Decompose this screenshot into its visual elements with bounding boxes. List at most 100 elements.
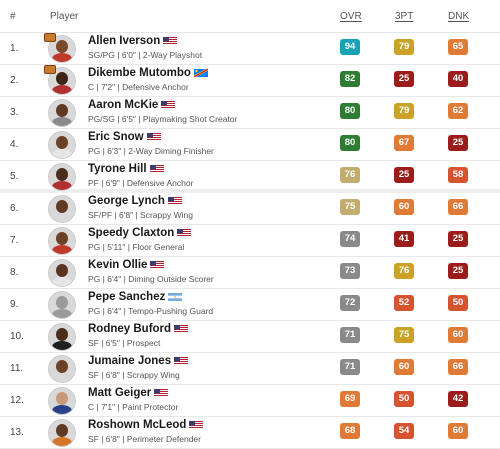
us-flag-icon: [189, 420, 204, 429]
player-name[interactable]: Rodney Buford: [88, 323, 171, 335]
player-name[interactable]: Tyrone Hill: [88, 163, 147, 175]
table-row[interactable]: 4. Eric Snow PG | 6'3" | 2-Way Diming Fini…: [0, 129, 500, 161]
us-flag-icon: [174, 324, 189, 333]
player-name[interactable]: Dikembe Mutombo: [88, 67, 191, 79]
dunk-header[interactable]: DNK: [448, 11, 469, 22]
player-name-cell[interactable]: George Lynch: [88, 195, 182, 207]
player-name[interactable]: Aaron McKie: [88, 99, 158, 111]
table-row[interactable]: 7. Speedy Claxton PG | 5'11" | Floor Gener…: [0, 225, 500, 257]
player-avatar[interactable]: [48, 323, 76, 351]
player-avatar[interactable]: [48, 419, 76, 447]
us-flag-icon: [174, 356, 189, 365]
us-flag-icon: [150, 260, 165, 269]
player-info: PG/SG | 6'5" | Playmaking Shot Creator: [88, 114, 238, 124]
player-info: SF/PF | 6'8" | Scrappy Wing: [88, 210, 193, 220]
player-header[interactable]: Player: [50, 11, 78, 22]
player-name-cell[interactable]: Matt Geiger: [88, 387, 169, 399]
player-name-cell[interactable]: Speedy Claxton: [88, 227, 192, 239]
player-info: C | 7'2" | Defensive Anchor: [88, 82, 189, 92]
three-pt-badge: 75: [394, 327, 414, 343]
player-info: SF | 6'8" | Perimeter Defender: [88, 434, 201, 444]
table-row[interactable]: 1. Allen Iverson SG/PG | 6'0" | 2-Way Play…: [0, 33, 500, 65]
table-row[interactable]: 11. Jumaine Jones SF | 6'8" | Scrappy Wing…: [0, 353, 500, 385]
player-info: PG | 6'4" | Tempo-Pushing Guard: [88, 306, 214, 316]
player-rank: 2.: [10, 75, 19, 86]
player-name-cell[interactable]: Jumaine Jones: [88, 355, 189, 367]
team-logo-icon: [44, 65, 56, 74]
player-rank: 3.: [10, 107, 19, 118]
player-name[interactable]: Pepe Sanchez: [88, 291, 165, 303]
ovr-badge: 71: [340, 359, 360, 375]
cd-flag-icon: [193, 68, 208, 77]
player-rank: 9.: [10, 299, 19, 310]
table-row[interactable]: 13. Roshown McLeod SF | 6'8" | Perimeter D…: [0, 417, 500, 449]
table-row[interactable]: 3. Aaron McKie PG/SG | 6'5" | Playmaking S…: [0, 97, 500, 129]
player-avatar[interactable]: [48, 355, 76, 383]
table-row[interactable]: 8. Kevin Ollie PG | 6'4" | Diming Outside …: [0, 257, 500, 289]
team-logo-icon: [44, 33, 56, 42]
player-rank: 10.: [10, 331, 24, 342]
table-row[interactable]: 9. Pepe Sanchez PG | 6'4" | Tempo-Pushing …: [0, 289, 500, 321]
three-pt-badge: 52: [394, 295, 414, 311]
player-name-cell[interactable]: Allen Iverson: [88, 35, 178, 47]
player-name[interactable]: Roshown McLeod: [88, 419, 186, 431]
player-name[interactable]: George Lynch: [88, 195, 165, 207]
player-name-cell[interactable]: Eric Snow: [88, 131, 161, 143]
ovr-badge: 71: [340, 327, 360, 343]
table-row[interactable]: 12. Matt Geiger C | 7'1" | Paint Protector…: [0, 385, 500, 417]
player-rank: 6.: [10, 203, 19, 214]
ovr-badge: 80: [340, 135, 360, 151]
ovr-badge: 75: [340, 199, 360, 215]
three-pt-badge: 41: [394, 231, 414, 247]
table-row[interactable]: 5. Tyrone Hill PF | 6'9" | Defensive Ancho…: [0, 161, 500, 193]
roster-table: # Player OVR 3PT DNK 1. Allen Iverson SG/P…: [0, 0, 500, 449]
player-rank: 13.: [10, 427, 24, 438]
three-pt-badge: 50: [394, 391, 414, 407]
player-name[interactable]: Matt Geiger: [88, 387, 151, 399]
dunk-badge: 60: [448, 327, 468, 343]
player-name[interactable]: Jumaine Jones: [88, 355, 171, 367]
player-name-cell[interactable]: Tyrone Hill: [88, 163, 164, 175]
player-name[interactable]: Eric Snow: [88, 131, 144, 143]
player-avatar[interactable]: [48, 387, 76, 415]
player-name-cell[interactable]: Dikembe Mutombo: [88, 67, 208, 79]
player-name[interactable]: Allen Iverson: [88, 35, 160, 47]
three-pt-header[interactable]: 3PT: [395, 11, 413, 22]
table-row[interactable]: 10. Rodney Buford SF | 6'5" | Prospect 71 75…: [0, 321, 500, 353]
ovr-badge: 68: [340, 423, 360, 439]
player-avatar[interactable]: [48, 163, 76, 191]
three-pt-badge: 79: [394, 39, 414, 55]
player-name[interactable]: Kevin Ollie: [88, 259, 147, 271]
player-info: PG | 5'11" | Floor General: [88, 242, 185, 252]
ovr-badge: 69: [340, 391, 360, 407]
player-avatar[interactable]: [48, 259, 76, 287]
three-pt-badge: 67: [394, 135, 414, 151]
player-avatar[interactable]: [48, 131, 76, 159]
player-name-cell[interactable]: Roshown McLeod: [88, 419, 204, 431]
player-name[interactable]: Speedy Claxton: [88, 227, 174, 239]
player-name-cell[interactable]: Kevin Ollie: [88, 259, 165, 271]
dunk-badge: 50: [448, 295, 468, 311]
table-row[interactable]: 2. Dikembe Mutombo C | 7'2" | Defensive An…: [0, 65, 500, 97]
player-info: PG | 6'3" | 2-Way Diming Finisher: [88, 146, 214, 156]
table-row[interactable]: 6. George Lynch SF/PF | 6'8" | Scrappy Win…: [0, 193, 500, 225]
dunk-badge: 58: [448, 167, 468, 183]
ovr-header[interactable]: OVR: [340, 11, 362, 22]
player-name-cell[interactable]: Rodney Buford: [88, 323, 189, 335]
player-info: C | 7'1" | Paint Protector: [88, 402, 179, 412]
us-flag-icon: [177, 228, 192, 237]
ovr-badge: 76: [340, 167, 360, 183]
player-avatar[interactable]: [48, 99, 76, 127]
us-flag-icon: [163, 36, 178, 45]
player-name-cell[interactable]: Aaron McKie: [88, 99, 176, 111]
ovr-badge: 72: [340, 295, 360, 311]
player-avatar[interactable]: [48, 227, 76, 255]
dunk-badge: 25: [448, 231, 468, 247]
ovr-badge: 74: [340, 231, 360, 247]
player-avatar[interactable]: [48, 195, 76, 223]
player-avatar[interactable]: [48, 291, 76, 319]
ovr-badge: 94: [340, 39, 360, 55]
dunk-badge: 42: [448, 391, 468, 407]
player-name-cell[interactable]: Pepe Sanchez: [88, 291, 183, 303]
player-rank: 12.: [10, 395, 24, 406]
